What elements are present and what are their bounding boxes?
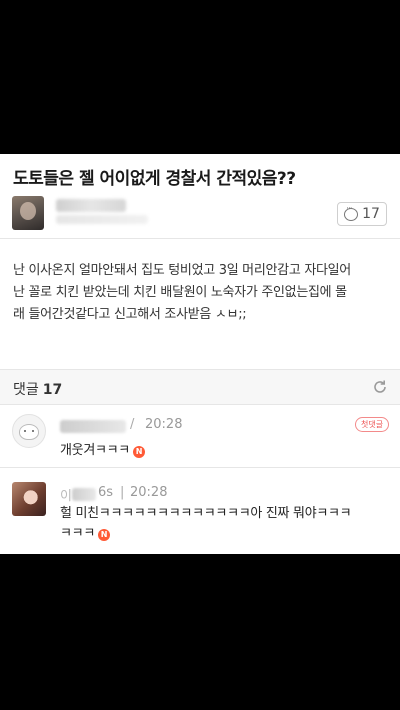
comment-bubble-icon [344, 204, 359, 221]
comment-text-line: ㅋㅋㅋ N [60, 524, 351, 544]
comments-count: 17 [42, 382, 63, 398]
comment-text: 개웃겨ㅋㅋㅋ N [60, 441, 145, 461]
comment-count: 17 [362, 206, 380, 222]
comment-text: 헐 미친ㅋㅋㅋㅋㅋㅋㅋㅋㅋㅋㅋㅋㅋ아 진짜 뭐야ㅋㅋㅋ ㅋㅋㅋ N [60, 504, 352, 544]
commenter-name-blurred [72, 488, 96, 501]
author-row: 17 [0, 192, 400, 236]
commenter-name-blurred [60, 420, 126, 433]
post-body-line: 래 들어간것같다고 신고해서 조사받음 ㅅㅂ;; [13, 307, 247, 322]
commenter-avatar[interactable] [12, 482, 46, 516]
post-title: 도토들은 젤 어이없게 경찰서 간적있음?? [13, 169, 296, 189]
divider [0, 238, 400, 239]
post-screen: 도토들은 젤 어이없게 경찰서 간적있음?? 17 난 이사온지 얼마안돼서 집… [0, 154, 400, 554]
commenter-name-suffix: 6s [98, 485, 114, 500]
post-body-line: 난 이사온지 얼마안돼서 집도 텅비었고 3일 머리안감고 자다일어 [13, 263, 351, 278]
comment-separator: | [120, 485, 125, 500]
comment-count-button[interactable]: 17 [337, 202, 387, 226]
comments-label-text: 댓글 [13, 382, 39, 398]
first-comment-badge: 첫댓글 [355, 417, 390, 432]
comment-item: 이 6s | 20:28 헐 미친ㅋㅋㅋㅋㅋㅋㅋㅋㅋㅋㅋㅋㅋ아 진짜 뭐야ㅋㅋㅋ… [0, 474, 400, 552]
refresh-icon[interactable] [372, 379, 388, 395]
commenter-avatar[interactable] [12, 414, 46, 448]
comment-text-line: 헐 미친ㅋㅋㅋㅋㅋㅋㅋㅋㅋㅋㅋㅋㅋ아 진짜 뭐야ㅋㅋㅋ [60, 506, 352, 521]
comment-time: 20:28 [145, 417, 183, 432]
comments-label: 댓글 17 [13, 379, 62, 399]
comment-item: / 20:28 첫댓글 개웃겨ㅋㅋㅋ N [0, 406, 400, 466]
post-body-line: 난 꼴로 치킨 받았는데 치킨 배달원이 노숙자가 주인없는집에 몰 [13, 285, 347, 300]
new-badge: N [97, 529, 110, 541]
comment-separator: / [130, 417, 135, 432]
commenter-name-partial: 이 [60, 489, 72, 504]
comment-text-content: 개웃겨ㅋㅋㅋ [60, 443, 130, 458]
comment-text-content: ㅋㅋㅋ [60, 526, 95, 541]
author-meta-blurred [56, 215, 148, 224]
apeach-icon [19, 424, 39, 440]
new-badge: N [132, 446, 145, 458]
comment-time: 20:28 [130, 485, 168, 500]
author-name-blurred [56, 199, 126, 212]
post-body: 난 이사온지 얼마안돼서 집도 텅비었고 3일 머리안감고 자다일어 난 꼴로 … [13, 260, 393, 326]
divider [0, 467, 400, 468]
author-avatar[interactable] [12, 196, 44, 230]
comments-header: 댓글 17 [0, 369, 400, 405]
